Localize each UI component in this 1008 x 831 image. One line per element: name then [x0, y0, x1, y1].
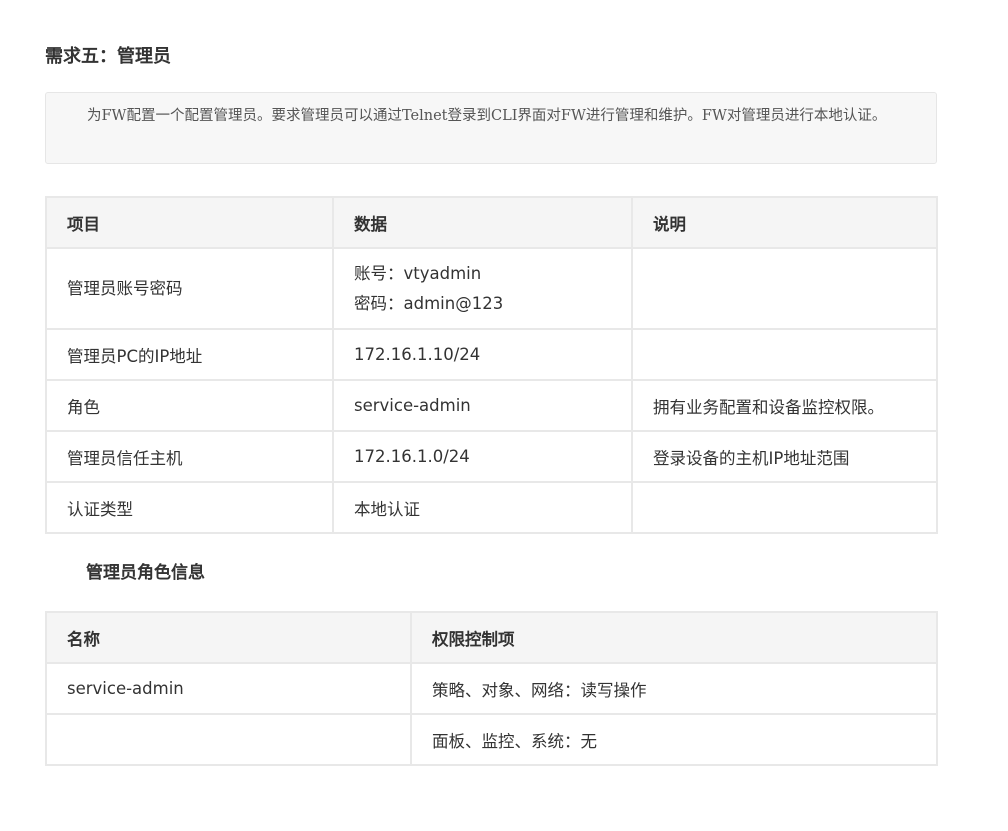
table-cell-data: 172.16.1.0/24	[332, 430, 633, 483]
admin-config-table: 项目 数据 说明 管理员账号密码 账号：vtyadmin 密码：admin@12…	[45, 196, 938, 534]
table-cell-data: 172.16.1.10/24	[332, 328, 633, 381]
table-cell-data: service-admin	[332, 379, 633, 432]
table-cell-permission: 面板、监控、系统：无	[410, 713, 938, 766]
table-row: service-admin 策略、对象、网络：读写操作	[45, 662, 938, 715]
table-cell-data: 账号：vtyadmin 密码：admin@123	[332, 247, 633, 330]
table-header-row: 名称 权限控制项	[45, 611, 938, 664]
role-info-heading: 管理员角色信息	[86, 563, 205, 583]
table-cell-data: 本地认证	[332, 481, 633, 534]
table-row: 管理员PC的IP地址 172.16.1.10/24	[45, 328, 938, 381]
table-cell-item: 认证类型	[45, 481, 334, 534]
column-header-name: 名称	[45, 611, 412, 664]
table-row: 角色 service-admin 拥有业务配置和设备监控权限。	[45, 379, 938, 432]
requirement-description: 为FW配置一个配置管理员。要求管理员可以通过Telnet登录到CLI界面对FW进…	[45, 92, 937, 164]
table-cell-item: 角色	[45, 379, 334, 432]
table-cell-note	[631, 328, 938, 381]
table-cell-item: 管理员账号密码	[45, 247, 334, 330]
table-header-row: 项目 数据 说明	[45, 196, 938, 249]
table-cell-note: 拥有业务配置和设备监控权限。	[631, 379, 938, 432]
requirement-text: 为FW配置一个配置管理员。要求管理员可以通过Telnet登录到CLI界面对FW进…	[87, 108, 887, 124]
column-header-note: 说明	[631, 196, 938, 249]
password-line: 密码：admin@123	[354, 293, 504, 313]
column-header-permission: 权限控制项	[410, 611, 938, 664]
table-row: 管理员账号密码 账号：vtyadmin 密码：admin@123	[45, 247, 938, 330]
table-cell-permission: 策略、对象、网络：读写操作	[410, 662, 938, 715]
table-cell-name: service-admin	[45, 662, 412, 715]
table-row: 面板、监控、系统：无	[45, 713, 938, 766]
column-header-data: 数据	[332, 196, 633, 249]
column-header-item: 项目	[45, 196, 334, 249]
table-cell-item: 管理员信任主机	[45, 430, 334, 483]
table-cell-note: 登录设备的主机IP地址范围	[631, 430, 938, 483]
table-cell-item: 管理员PC的IP地址	[45, 328, 334, 381]
table-row: 管理员信任主机 172.16.1.0/24 登录设备的主机IP地址范围	[45, 430, 938, 483]
account-line: 账号：vtyadmin	[354, 263, 482, 283]
table-cell-name	[45, 713, 412, 766]
section-heading: 需求五：管理员	[45, 46, 171, 67]
table-row: 认证类型 本地认证	[45, 481, 938, 534]
table-cell-note	[631, 247, 938, 330]
table-cell-note	[631, 481, 938, 534]
role-permission-table: 名称 权限控制项 service-admin 策略、对象、网络：读写操作 面板、…	[45, 611, 938, 766]
